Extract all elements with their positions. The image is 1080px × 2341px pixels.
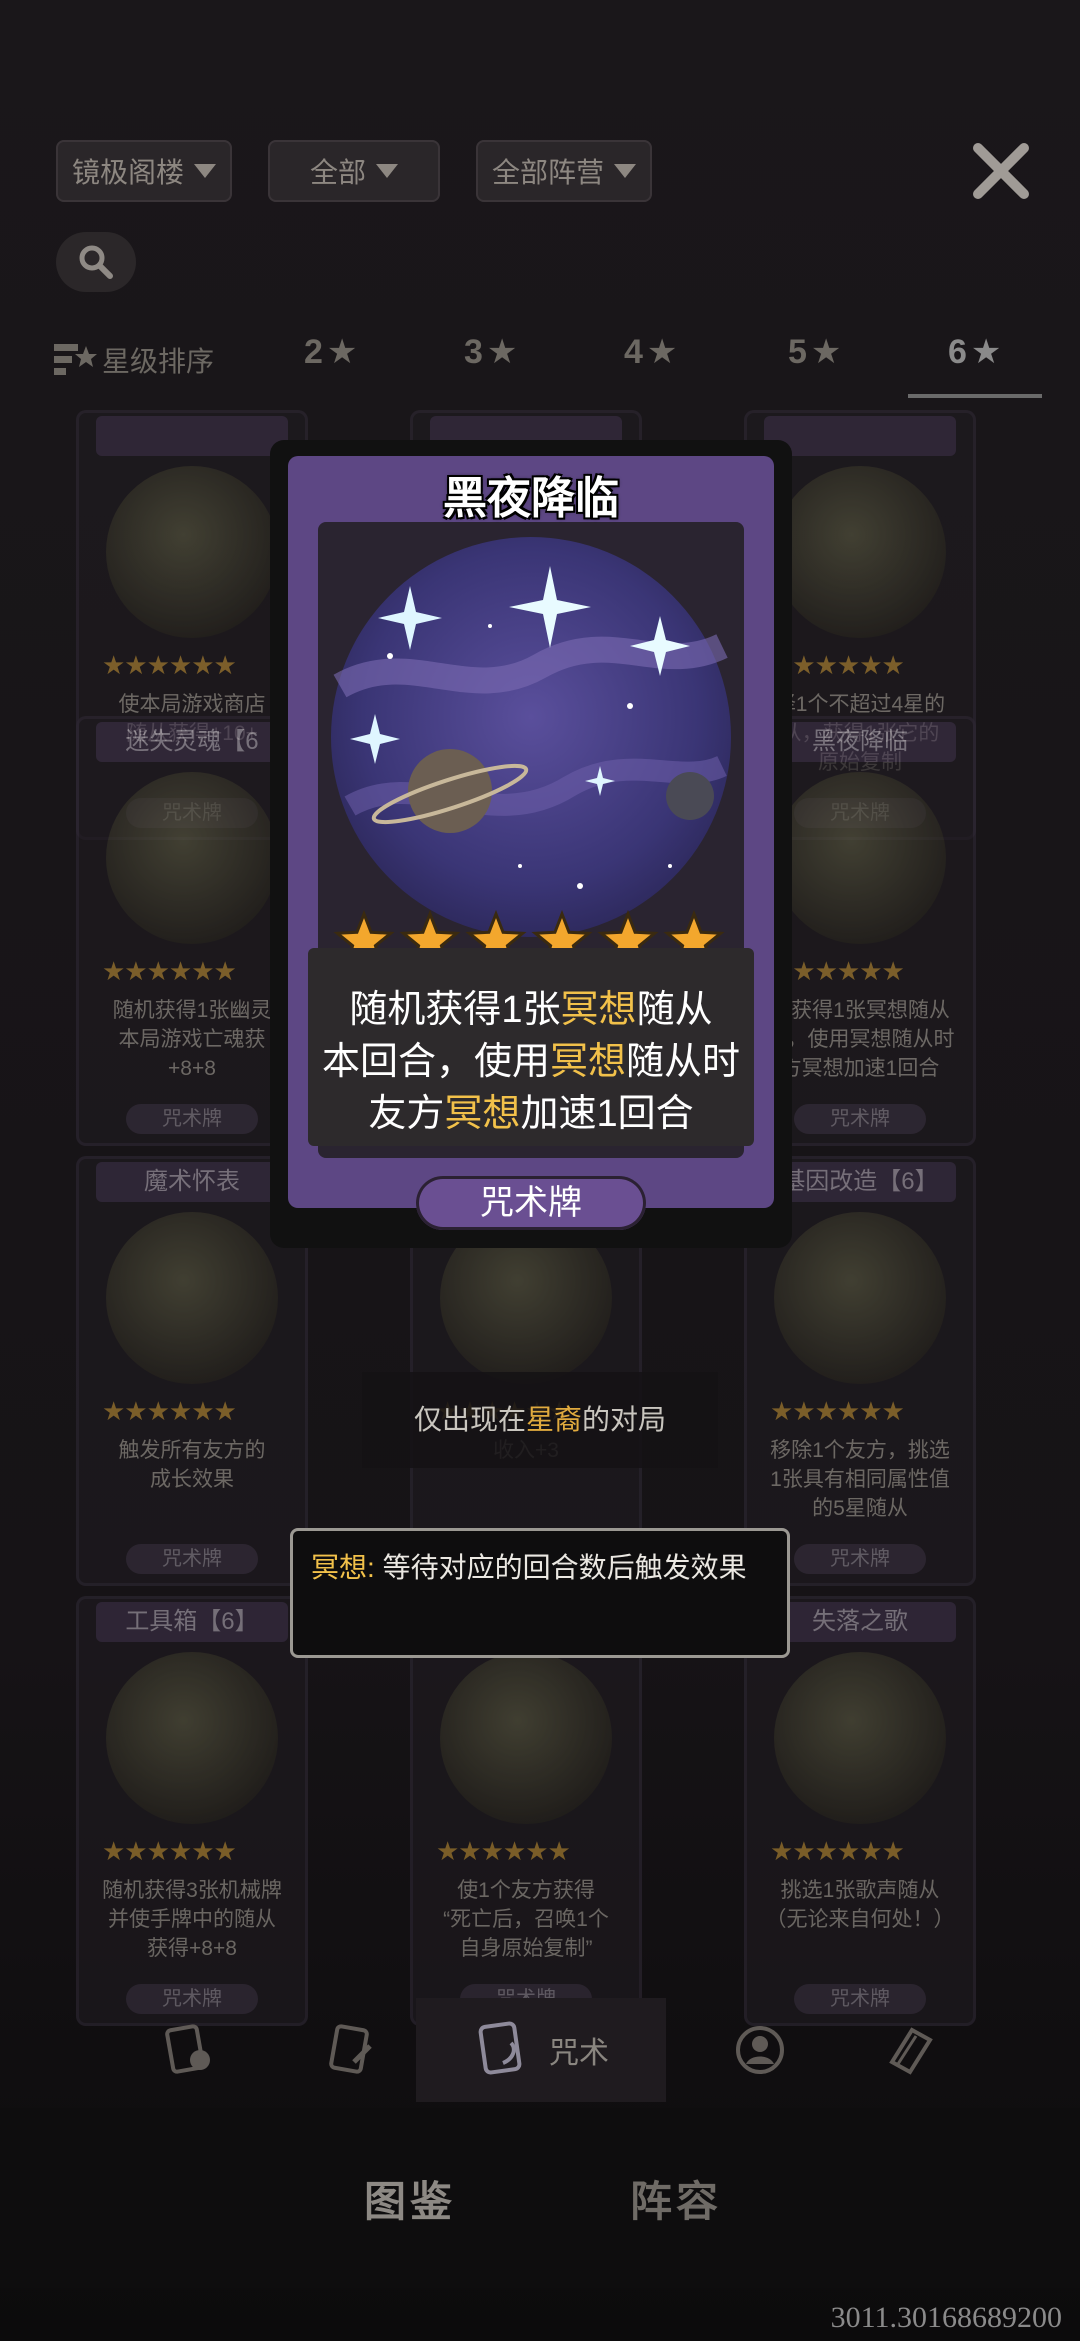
star-tab-6[interactable]: 6 ★ <box>948 332 1001 372</box>
collection-card-type: 咒术牌 <box>794 1104 926 1134</box>
category-bar: 咒术 <box>60 1998 1020 2102</box>
collection-card-desc: 随机获得1张幽灵 本局游戏亡魂获 +8+8 <box>112 999 272 1080</box>
star-tab-3[interactable]: 3 ★ <box>464 332 517 372</box>
star-icon: ★ <box>970 333 1002 371</box>
collection-card-title <box>764 416 956 456</box>
collection-card-desc: 移除1个友方，挑选 1张具有相同属性值 的5星随从 <box>770 1439 950 1520</box>
star-icon: ★ <box>646 333 678 371</box>
tab-collection[interactable]: 图鉴 <box>364 2168 456 2229</box>
star-icon: ★ <box>326 333 358 371</box>
sort-row: 星级排序 2 ★ 3 ★ 4 ★ 5 ★ 6 ★ <box>50 332 1046 398</box>
category-book[interactable] <box>850 1998 970 2102</box>
location-filter[interactable]: 镜极阁楼 <box>56 140 232 202</box>
collection-card-art <box>774 466 946 638</box>
rarity-filter-label: 全部 <box>309 157 366 188</box>
collection-card[interactable]: 失落之歌 ★★★★★★ 挑选1张歌声随从 （无论来自何处！） 咒术牌 <box>744 1596 976 2026</box>
collection-card-title: 魔术怀表 <box>96 1162 288 1202</box>
appears-only-in-info: 仅出现在星裔的对局 <box>362 1372 718 1468</box>
faction-filter-label: 全部阵营 <box>491 157 604 188</box>
collection-card-stars: ★★★★★★ <box>770 1836 905 1866</box>
minion-card-icon <box>165 2024 210 2074</box>
collection-card-title: 失落之歌 <box>764 1602 956 1642</box>
collection-card-desc: 使1个友方获得 “死亡后，召唤1个 自身原始复制” <box>443 1879 609 1960</box>
collection-card-stars: ★★★★★★ <box>102 1836 237 1866</box>
active-tab-indicator <box>908 394 1042 398</box>
collection-card-stars: ★★★★★★ <box>102 650 237 680</box>
tab-lineup[interactable]: 阵容 <box>630 2168 722 2229</box>
collection-card-stars: ★★★★★★ <box>436 1836 571 1866</box>
category-hero[interactable] <box>700 1998 820 2102</box>
star-tab-2[interactable]: 2 ★ <box>304 332 357 372</box>
collection-card-title: 迷失灵魂【6 <box>96 722 288 762</box>
collection-card-desc: 挑选1张歌声随从 （无论来自何处！） <box>765 1879 955 1931</box>
close-button[interactable] <box>970 140 1032 202</box>
sort-by-star-button[interactable]: 星级排序 <box>54 340 214 380</box>
collection-card-stars: ★★★★★★ <box>102 956 237 986</box>
star-tab-label: 3 <box>464 332 483 371</box>
card-description: 随机获得1张冥想随从 本回合，使用冥想随从时 友方冥想加速1回合 <box>270 984 792 1140</box>
collection-card-art <box>774 772 946 944</box>
collection-card-stars: ★★★★★★ <box>102 1396 237 1426</box>
collection-card-art <box>106 466 278 638</box>
desc-line-3: 友方冥想加速1回合 <box>368 1093 694 1135</box>
collection-card-art <box>106 772 278 944</box>
card-type-badge: 咒术牌 <box>416 1176 646 1230</box>
spell-card-icon <box>478 2021 522 2075</box>
desc-line-1: 随机获得1张冥想随从 <box>349 989 713 1031</box>
star-tab-label: 2 <box>304 332 323 371</box>
star-tab-label: 6 <box>948 332 967 371</box>
collection-card-art <box>440 1652 612 1824</box>
hero-icon <box>736 2026 784 2074</box>
collection-card-art <box>106 1212 278 1384</box>
collection-card-desc: 随机获得3张机械牌 并使手牌中的随从 获得+8+8 <box>102 1879 282 1960</box>
collection-card[interactable]: 工具箱【6】 ★★★★★★ 随机获得3张机械牌 并使手牌中的随从 获得+8+8 咒术牌 <box>76 1596 308 2026</box>
collection-card-art <box>774 1652 946 1824</box>
collection-card-title: 黑夜降临 <box>764 722 956 762</box>
collection-card-title: 工具箱【6】 <box>96 1602 288 1642</box>
bottom-tab-bar: 图鉴 阵容 <box>0 2108 1080 2288</box>
chevron-down-icon <box>376 164 398 178</box>
equipment-card-icon <box>329 2024 372 2074</box>
collection-card-title <box>96 416 288 456</box>
search-button[interactable] <box>56 232 136 292</box>
sort-icon <box>54 344 97 375</box>
keyword-tooltip: 冥想: 等待对应的回合数后触发效果 <box>290 1528 790 1658</box>
faction-filter[interactable]: 全部阵营 <box>476 140 652 202</box>
category-minion[interactable] <box>130 1998 250 2102</box>
chevron-down-icon <box>614 164 636 178</box>
chevron-down-icon <box>194 164 216 178</box>
category-spell[interactable]: 咒术 <box>416 1998 666 2102</box>
book-icon <box>889 2027 933 2075</box>
category-spell-label: 咒术 <box>549 2037 609 2070</box>
location-filter-label: 镜极阁楼 <box>71 157 184 188</box>
search-icon <box>79 245 113 279</box>
collection-card-type: 咒术牌 <box>126 1544 258 1574</box>
collection-card-stars: ★★★★★★ <box>770 1396 905 1426</box>
category-equipment[interactable] <box>292 1998 412 2102</box>
star-icon: ★ <box>810 333 842 371</box>
star-tab-label: 5 <box>788 332 807 371</box>
star-tab-5[interactable]: 5 ★ <box>788 332 841 372</box>
collection-card-desc: 触发所有友方的 成长效果 <box>118 1439 266 1491</box>
collection-card-art <box>774 1212 946 1384</box>
collection-card-type: 咒术牌 <box>794 1544 926 1574</box>
collection-card-type: 咒术牌 <box>126 1104 258 1134</box>
keyword-term: 冥想 <box>311 1552 368 1583</box>
card-detail-popup: 黑夜降临 随机获得1张冥想随从 本回合，使用冥想随从时 友方冥想加速1回合 咒术… <box>270 440 792 1248</box>
rarity-filter[interactable]: 全部 <box>268 140 440 202</box>
night-sky-art <box>331 537 731 937</box>
collection-card-art <box>106 1652 278 1824</box>
desc-line-2: 本回合，使用冥想随从时 <box>321 1041 741 1083</box>
star-tab-4[interactable]: 4 ★ <box>624 332 677 372</box>
collection-card[interactable]: 重生祈愿【6】★★★★★★使1个友方获得“死亡后，召唤1个自身原始复制”咒术牌 <box>410 1596 642 2026</box>
close-icon <box>973 143 1029 199</box>
star-icon: ★ <box>486 333 518 371</box>
collection-card-title: 基因改造【6】 <box>764 1162 956 1202</box>
card-title: 黑夜降临 <box>443 474 619 523</box>
star-tab-label: 4 <box>624 332 643 371</box>
keyword-text: 等待对应的回合数后触发效果 <box>374 1552 747 1583</box>
version-label: 3011.30168689200 <box>830 2301 1062 2334</box>
sort-label: 星级排序 <box>102 346 215 377</box>
